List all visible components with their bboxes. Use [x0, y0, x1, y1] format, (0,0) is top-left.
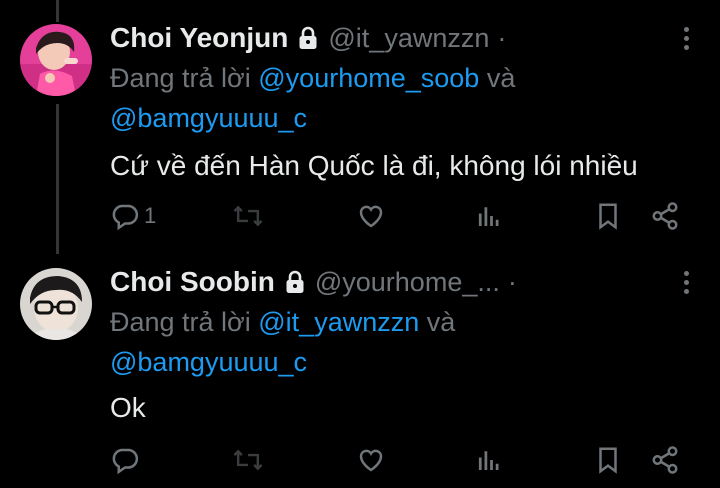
views-button[interactable] — [474, 440, 504, 480]
replying-to-prefix: Đang trả lời — [110, 63, 259, 93]
replying-to-joiner: và — [479, 63, 516, 93]
bookmark-icon — [594, 201, 622, 231]
tweet-header: Choi Soobin @yourhome_... · — [110, 264, 517, 300]
heart-icon — [356, 201, 386, 231]
retweet-button[interactable] — [232, 440, 264, 480]
retweet-icon — [232, 445, 264, 475]
handle[interactable]: @it_yawnzzn — [328, 23, 489, 54]
display-name[interactable]: Choi Yeonjun — [110, 22, 288, 54]
views-button[interactable] — [474, 196, 504, 236]
bookmark-icon — [594, 445, 622, 475]
mention-link[interactable]: @bamgyuuuu_c — [110, 347, 307, 377]
display-name[interactable]: Choi Soobin — [110, 266, 275, 298]
bookmark-button[interactable] — [594, 440, 622, 480]
replying-to: Đang trả lời @it_yawnzzn và @bamgyuuuu_c — [110, 302, 710, 382]
avatar[interactable] — [20, 268, 92, 340]
tweet[interactable]: Choi Yeonjun @it_yawnzzn · Đang trả lời … — [0, 0, 720, 250]
tweet-text: Cứ về đến Hàn Quốc là đi, không lói nhiề… — [110, 150, 638, 181]
reply-icon — [110, 445, 140, 475]
tweet-actions: 1 — [110, 196, 700, 236]
views-icon — [474, 445, 504, 475]
tweet[interactable]: Choi Soobin @yourhome_... · Đang trả lời… — [0, 250, 720, 488]
replying-to-prefix: Đang trả lời — [110, 307, 259, 337]
replying-to: Đang trả lời @yourhome_soob và @bamgyuuu… — [110, 58, 710, 138]
views-icon — [474, 201, 504, 231]
avatar[interactable] — [20, 24, 92, 96]
mention-link[interactable]: @bamgyuuuu_c — [110, 103, 307, 133]
like-button[interactable] — [356, 440, 386, 480]
tweet-actions — [110, 440, 700, 480]
bookmark-button[interactable] — [594, 196, 622, 236]
more-icon[interactable] — [676, 20, 696, 56]
like-button[interactable] — [356, 196, 386, 236]
reply-button[interactable]: 1 — [110, 196, 156, 236]
reply-icon — [110, 201, 140, 231]
lock-icon — [298, 26, 318, 50]
tweet-header: Choi Yeonjun @it_yawnzzn · — [110, 20, 506, 56]
tweet-text: Ok — [110, 392, 146, 423]
mention-link[interactable]: @it_yawnzzn — [258, 307, 419, 337]
retweet-icon — [232, 201, 264, 231]
replying-to-joiner: và — [419, 307, 456, 337]
reply-count: 1 — [144, 203, 157, 228]
separator-dot: · — [507, 266, 517, 297]
share-icon — [650, 445, 680, 475]
more-icon[interactable] — [676, 264, 696, 300]
share-icon — [650, 201, 680, 231]
reply-button[interactable] — [110, 440, 144, 480]
retweet-button[interactable] — [232, 196, 264, 236]
share-button[interactable] — [650, 440, 680, 480]
separator-dot: · — [497, 22, 507, 53]
handle[interactable]: @yourhome_... — [315, 267, 500, 298]
heart-icon — [356, 445, 386, 475]
mention-link[interactable]: @yourhome_soob — [258, 63, 479, 93]
share-button[interactable] — [650, 196, 680, 236]
lock-icon — [285, 270, 305, 294]
